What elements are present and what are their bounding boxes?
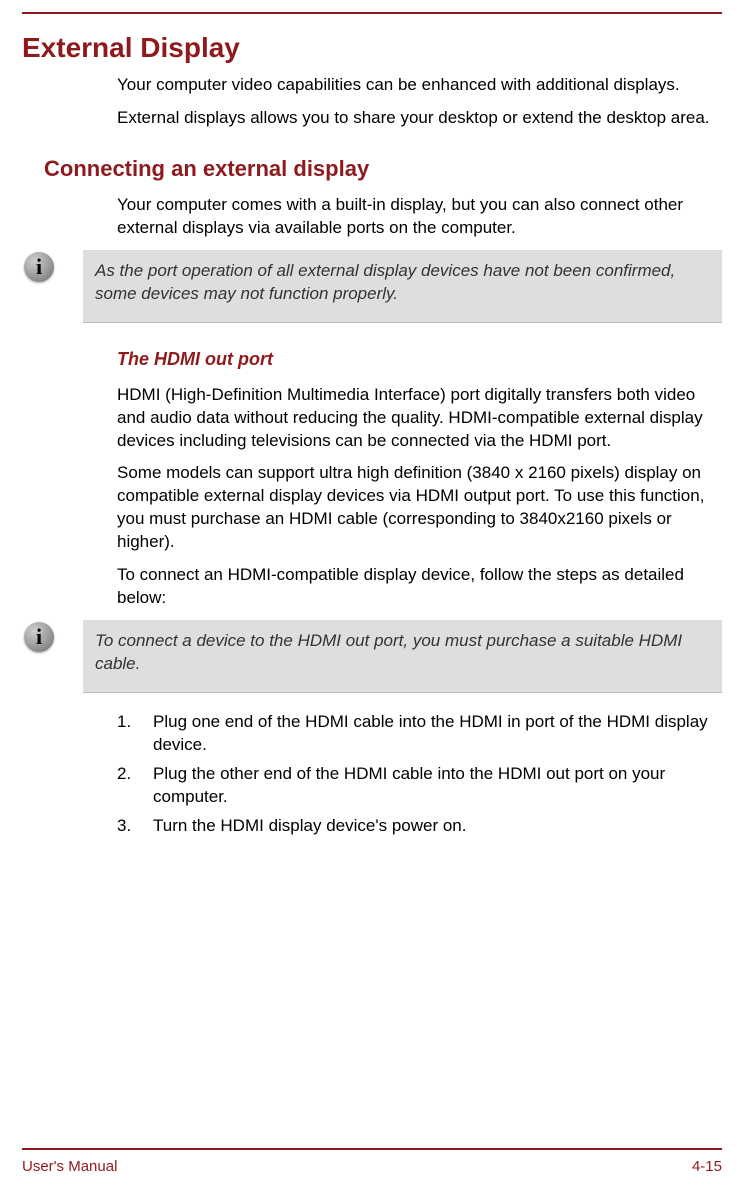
hdmi-para-1: HDMI (High-Definition Multimedia Interfa… bbox=[117, 384, 710, 453]
section-heading-connecting: Connecting an external display bbox=[44, 156, 722, 182]
top-rule bbox=[22, 12, 722, 14]
note-text-2: To connect a device to the HDMI out port… bbox=[83, 620, 722, 693]
page-title: External Display bbox=[22, 32, 722, 64]
step-text: Turn the HDMI display device's power on. bbox=[153, 815, 710, 838]
info-icon: i bbox=[22, 620, 56, 656]
section-body: Your computer comes with a built-in disp… bbox=[117, 194, 710, 240]
page-content: External Display Your computer video cap… bbox=[0, 32, 744, 838]
page-footer: User's Manual 4-15 bbox=[22, 1148, 722, 1175]
step-item: 3.Turn the HDMI display device's power o… bbox=[117, 815, 710, 838]
step-number: 1. bbox=[117, 711, 153, 757]
step-number: 2. bbox=[117, 763, 153, 809]
hdmi-para-3: To connect an HDMI-compatible display de… bbox=[117, 564, 710, 610]
step-text: Plug the other end of the HDMI cable int… bbox=[153, 763, 710, 809]
info-icon-glyph: i bbox=[24, 252, 54, 282]
step-number: 3. bbox=[117, 815, 153, 838]
connect-para-1: Your computer comes with a built-in disp… bbox=[117, 194, 710, 240]
hdmi-body: HDMI (High-Definition Multimedia Interfa… bbox=[117, 384, 710, 610]
hdmi-para-2: Some models can support ultra high defin… bbox=[117, 462, 710, 554]
step-text: Plug one end of the HDMI cable into the … bbox=[153, 711, 710, 757]
subheading-hdmi: The HDMI out port bbox=[117, 349, 722, 370]
info-icon-glyph: i bbox=[24, 622, 54, 652]
note-text-1: As the port operation of all external di… bbox=[83, 250, 722, 323]
info-icon: i bbox=[22, 250, 56, 286]
note-callout-2: i To connect a device to the HDMI out po… bbox=[22, 620, 722, 693]
intro-para-2: External displays allows you to share yo… bbox=[117, 107, 710, 130]
footer-left: User's Manual bbox=[22, 1158, 117, 1175]
footer-right: 4-15 bbox=[692, 1158, 722, 1175]
step-item: 2.Plug the other end of the HDMI cable i… bbox=[117, 763, 710, 809]
note-callout-1: i As the port operation of all external … bbox=[22, 250, 722, 323]
step-item: 1.Plug one end of the HDMI cable into th… bbox=[117, 711, 710, 757]
steps-list: 1.Plug one end of the HDMI cable into th… bbox=[117, 711, 710, 838]
intro-para-1: Your computer video capabilities can be … bbox=[117, 74, 710, 97]
intro-block: Your computer video capabilities can be … bbox=[117, 74, 710, 130]
